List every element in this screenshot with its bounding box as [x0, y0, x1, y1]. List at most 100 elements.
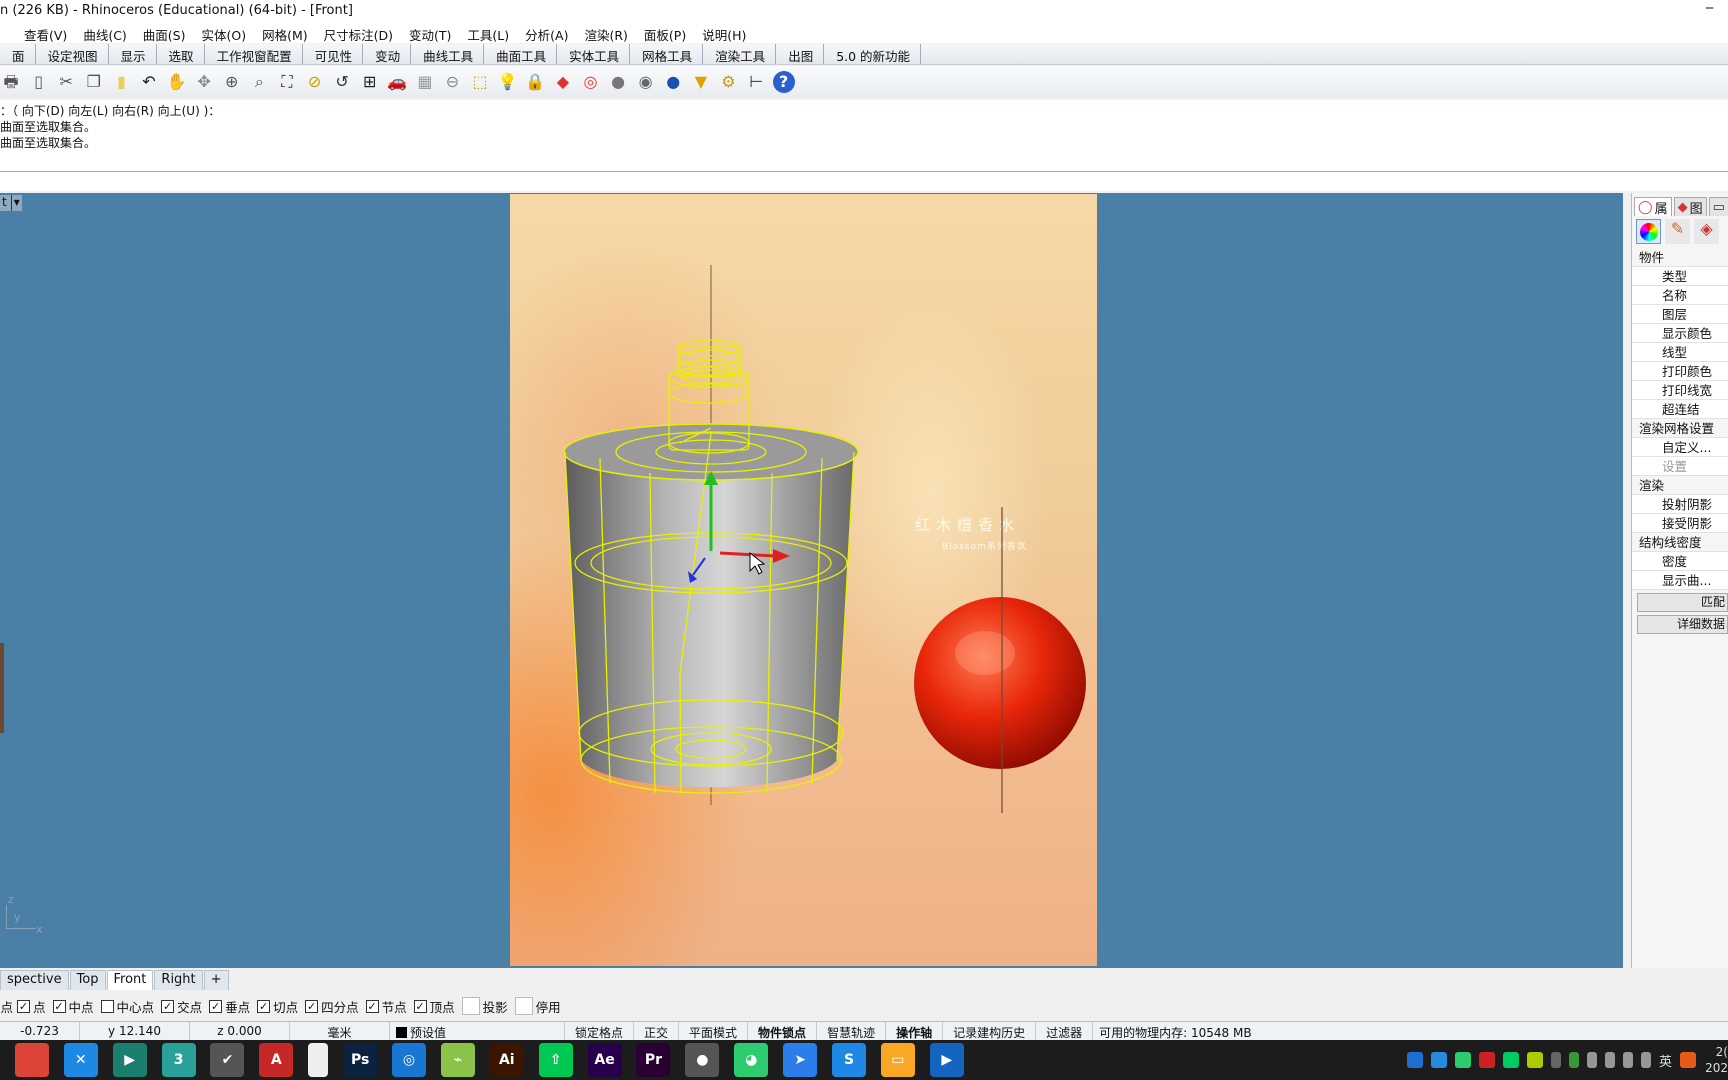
status-toggle[interactable]: 正交	[634, 1022, 680, 1041]
layer-icon[interactable]: ◆	[552, 71, 574, 93]
taskbar-chrome-icon[interactable]	[14, 1043, 49, 1077]
new-icon[interactable]: ▯	[28, 71, 50, 93]
status-toggle[interactable]: 智慧轨迹	[817, 1022, 887, 1041]
property-row[interactable]: 类型	[1632, 267, 1728, 286]
menu-item[interactable]: 曲线(C)	[75, 25, 134, 43]
osnap-checkbox[interactable]: 中心点	[100, 997, 154, 1016]
tray-icon[interactable]	[1430, 1052, 1447, 1068]
property-row[interactable]: 打印线宽	[1632, 381, 1728, 400]
toolbar-tab[interactable]: 显示	[109, 44, 157, 64]
taskbar-wechat-icon[interactable]: ◕	[734, 1043, 769, 1077]
render-icon[interactable]: ●	[662, 71, 684, 93]
zoom-window-icon[interactable]: ⌕	[248, 71, 270, 93]
menu-item[interactable]: 渲染(R)	[576, 25, 635, 43]
lock-icon[interactable]: 🔒	[524, 71, 546, 93]
property-row[interactable]: 线型	[1632, 343, 1728, 362]
property-row[interactable]: 自定义...	[1632, 438, 1728, 457]
viewport-tab[interactable]: spective	[0, 970, 69, 990]
toolbar-tab[interactable]: 网格工具	[630, 44, 704, 64]
tray-icon[interactable]	[1478, 1052, 1495, 1068]
property-row[interactable]: 设置	[1632, 457, 1728, 476]
copy-icon[interactable]: ❐	[83, 71, 105, 93]
checkbox[interactable]: ✓	[209, 999, 223, 1013]
property-row[interactable]: 打印颜色	[1632, 362, 1728, 381]
ime-indicator[interactable]: 英	[1659, 1051, 1672, 1070]
toolbar-tab[interactable]: 曲面工具	[484, 44, 558, 64]
toolbar-tab[interactable]: 面	[0, 44, 36, 64]
menu-item[interactable]: 尺寸标注(D)	[316, 25, 401, 43]
print-icon[interactable]: 🖶	[0, 71, 22, 93]
tray-icon[interactable]	[1406, 1052, 1423, 1068]
select-icon[interactable]: ⬚	[469, 71, 491, 93]
panel-tab[interactable]: ◆ 图	[1673, 197, 1707, 217]
viewport-tab[interactable]: Right	[154, 970, 203, 990]
checkbox[interactable]: ✓	[305, 999, 319, 1013]
toolbar-tab[interactable]: 曲线工具	[411, 44, 485, 64]
pan-icon[interactable]: ✋	[166, 71, 188, 93]
menu-item[interactable]: 网格(M)	[254, 25, 316, 43]
osnap-checkbox[interactable]: 停用	[514, 997, 561, 1016]
checkbox[interactable]: ✓	[413, 999, 427, 1013]
osnap-checkbox[interactable]: ✓ 切点	[257, 997, 298, 1016]
menu-item[interactable]: 说明(H)	[694, 25, 754, 43]
viewport-front[interactable]: t ▾ 红木檀香水 Blossom系列香氛 z y x	[0, 193, 1623, 968]
tray-icon[interactable]	[1622, 1052, 1633, 1068]
undo-view-icon[interactable]: ↺	[331, 71, 353, 93]
options-gear-icon[interactable]: ⚙	[717, 71, 739, 93]
command-input[interactable]	[0, 171, 1728, 191]
zoom-extents-icon[interactable]: ⛶	[276, 71, 298, 93]
tray-icon[interactable]	[1586, 1052, 1597, 1068]
taskbar-video-app-icon[interactable]: ▶	[929, 1043, 964, 1077]
taskbar-after-effects-icon[interactable]: Ae	[587, 1043, 622, 1077]
toolbar-tab[interactable]: 可见性	[303, 44, 364, 64]
taskbar-file-icon[interactable]	[308, 1043, 329, 1077]
dimension-icon[interactable]: ⊢	[745, 71, 767, 93]
minimize-button[interactable]: ‒	[1705, 0, 1714, 16]
menu-item[interactable]: 查看(V)	[16, 25, 75, 43]
menu-item[interactable]: 变动(T)	[401, 25, 459, 43]
property-row[interactable]: 投射阴影	[1632, 495, 1728, 514]
shade-icon[interactable]: ●	[607, 71, 629, 93]
rotate-view-icon[interactable]: ✥	[193, 71, 215, 93]
tray-icon[interactable]	[1568, 1052, 1579, 1068]
taskbar-3dsmax-icon[interactable]: ▶	[112, 1043, 147, 1077]
light-icon[interactable]: 💡	[497, 71, 519, 93]
match-button[interactable]: 匹配	[1637, 593, 1728, 612]
tray-icon[interactable]	[1502, 1052, 1519, 1068]
taskbar-qq-icon[interactable]: ●	[685, 1043, 720, 1077]
menu-item[interactable]: 工具(L)	[459, 25, 517, 43]
color-wheel-icon[interactable]: ◎	[579, 71, 601, 93]
zoom-selected-icon[interactable]: ⊘	[304, 71, 326, 93]
menu-item[interactable]: 分析(A)	[517, 25, 576, 43]
named-view-icon[interactable]: ▼	[690, 71, 712, 93]
texture-icon[interactable]: ◈	[1694, 219, 1719, 244]
clock[interactable]: 2(202	[1704, 1044, 1728, 1076]
osnap-checkbox[interactable]: ✓ 顶点	[413, 997, 455, 1016]
toolbar-tab[interactable]: 变动	[363, 44, 412, 64]
cplane-icon[interactable]: ⊖	[442, 71, 464, 93]
taskbar-premiere-icon[interactable]: Pr	[636, 1043, 671, 1077]
taskbar-photoshop-icon[interactable]: Ps	[343, 1043, 378, 1077]
tray-icon[interactable]	[1550, 1052, 1561, 1068]
taskbar-dingtalk-icon[interactable]: ➤	[783, 1043, 818, 1077]
osnap-checkbox[interactable]: ✓ 四分点	[305, 997, 359, 1016]
toolbar-tab[interactable]: 实体工具	[557, 44, 631, 64]
toolbar-tab[interactable]: 设定视图	[36, 44, 109, 64]
checkbox[interactable]: ✓	[52, 999, 66, 1013]
checkbox[interactable]	[461, 997, 480, 1015]
menu-item[interactable]: 实体(O)	[194, 25, 255, 43]
taskbar-sketchup-icon[interactable]: ⌁	[440, 1043, 475, 1077]
status-toggle[interactable]: 记录建构历史	[943, 1022, 1037, 1041]
car-icon[interactable]: 🚗	[386, 71, 408, 93]
status-toggle[interactable]: 操作轴	[886, 1022, 944, 1041]
checkbox[interactable]	[514, 997, 533, 1015]
osnap-checkbox[interactable]: ✓ 交点	[161, 997, 202, 1016]
material-color-icon[interactable]	[1636, 219, 1661, 244]
toolbar-tab[interactable]: 渲染工具	[703, 44, 777, 64]
sogou-icon[interactable]	[1680, 1052, 1696, 1068]
checkbox[interactable]: ✓	[161, 999, 175, 1013]
red-sphere[interactable]	[914, 507, 1086, 813]
render-preview-icon[interactable]: ◉	[635, 71, 657, 93]
osnap-checkbox[interactable]: ✓ 点	[17, 997, 46, 1016]
layer-indicator[interactable]: 预设值	[390, 1022, 565, 1041]
